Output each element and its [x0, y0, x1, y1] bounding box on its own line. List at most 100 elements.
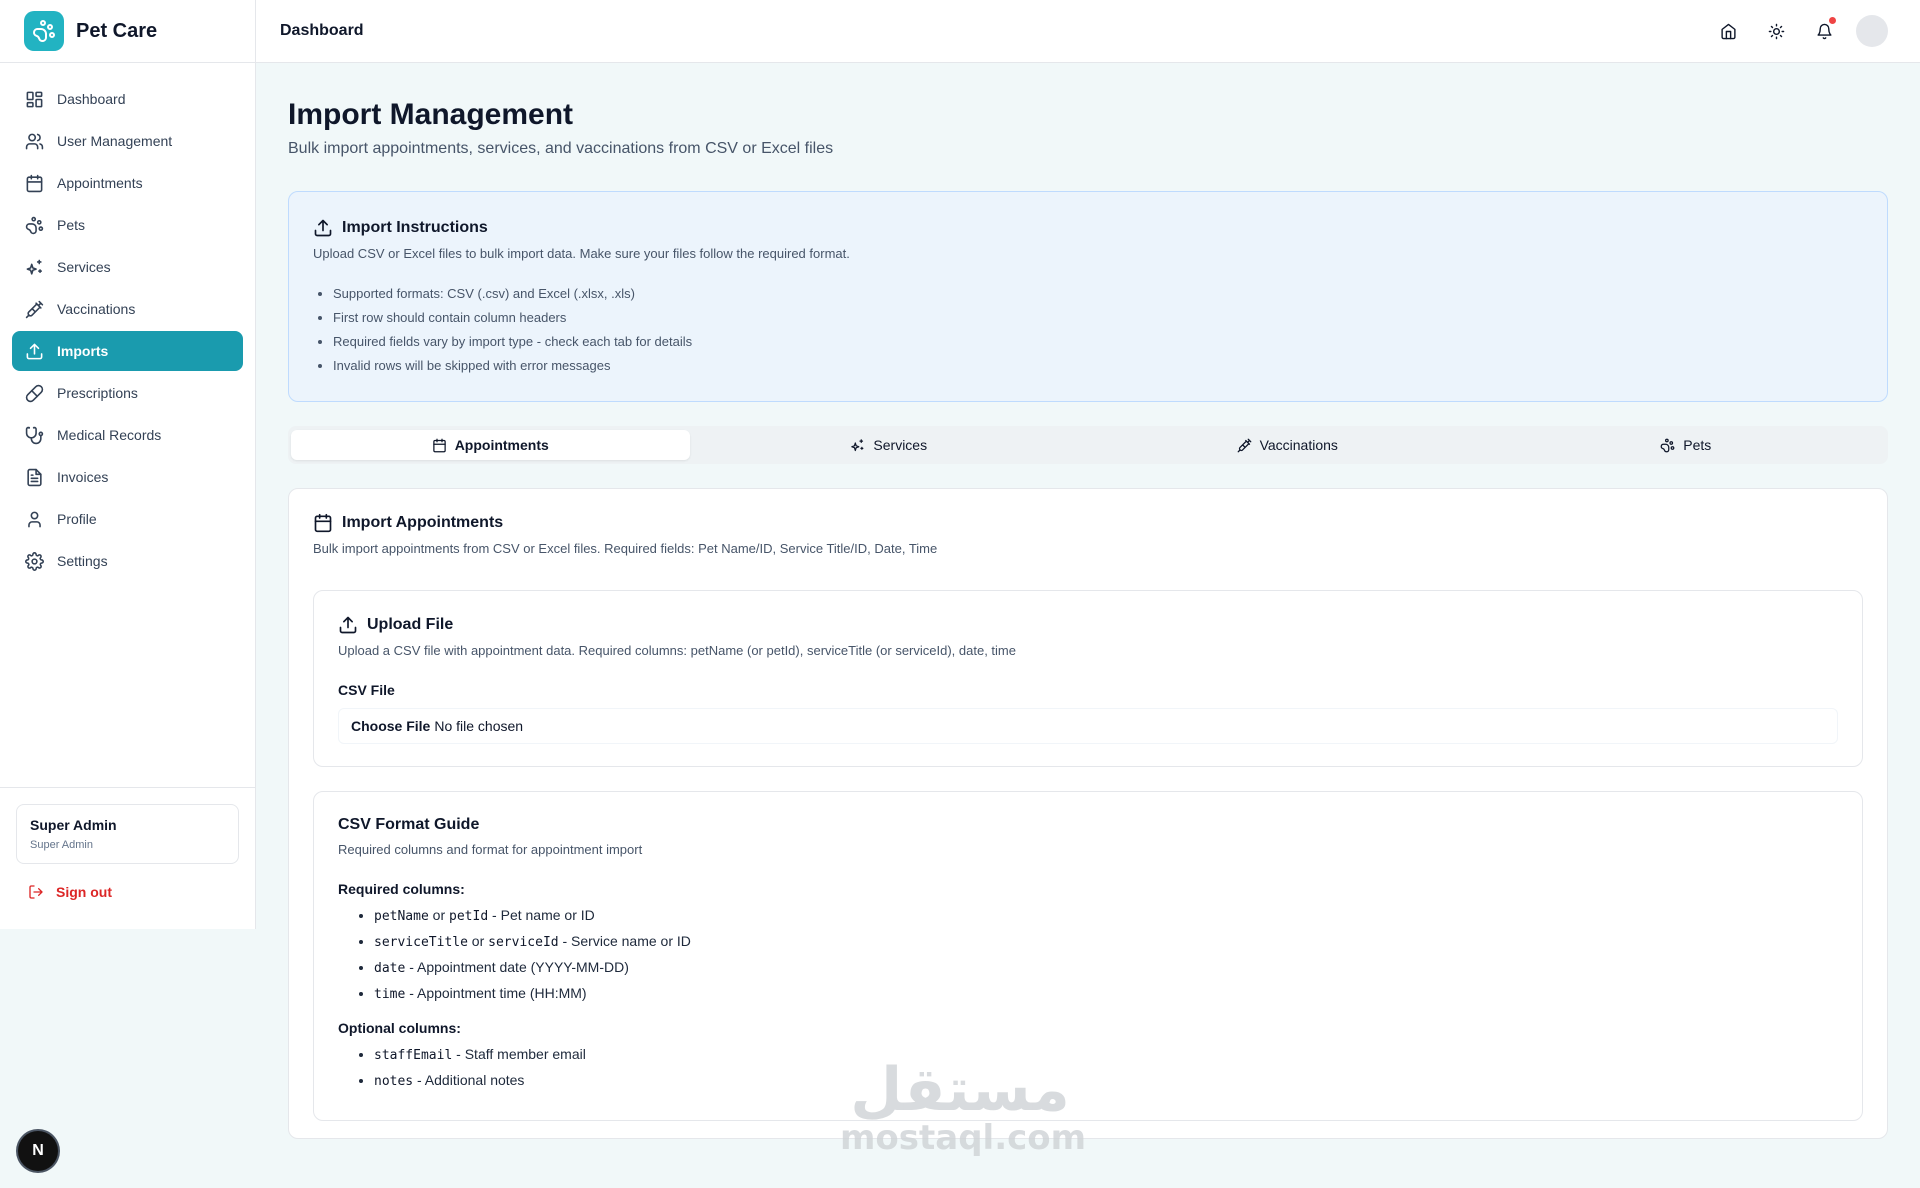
sidebar-item-settings[interactable]: Settings	[12, 541, 243, 581]
home-icon	[1720, 23, 1736, 39]
column-name: notes	[374, 1074, 414, 1089]
list-item: petName or petId - Pet name or ID	[374, 907, 1838, 924]
sidebar-item-invoices[interactable]: Invoices	[12, 457, 243, 497]
upload-file-card: Upload File Upload a CSV file with appoi…	[313, 590, 1863, 767]
column-description: - Additional notes	[413, 1072, 525, 1088]
sidebar-item-user-management[interactable]: User Management	[12, 121, 243, 161]
notification-dot	[1829, 17, 1836, 24]
pill-icon	[25, 384, 44, 402]
list-item: staffEmail - Staff member email	[374, 1046, 1838, 1063]
list-item: Supported formats: CSV (.csv) and Excel …	[333, 286, 1863, 301]
column-name: date	[374, 961, 406, 976]
tab-label: Pets	[1683, 437, 1712, 453]
list-item: serviceTitle or serviceId - Service name…	[374, 933, 1838, 950]
sidebar-item-label: Services	[57, 259, 111, 275]
guide-description: Required columns and format for appointm…	[338, 842, 643, 857]
optional-columns-list: staffEmail - Staff member email notes - …	[338, 1046, 1838, 1089]
file-text-icon	[27, 468, 42, 486]
calendar-icon	[26, 174, 43, 192]
sidebar-item-label: User Management	[57, 133, 173, 149]
sidebar-footer: Super Admin Super Admin Sign out	[0, 787, 255, 900]
column-name: staffEmail	[374, 1048, 453, 1063]
instructions-list: Supported formats: CSV (.csv) and Excel …	[313, 286, 1863, 373]
watermark: مستقل mostaql.com	[840, 1060, 1087, 1158]
sun-icon	[1768, 23, 1784, 39]
sidebar-item-prescriptions[interactable]: Prescriptions	[12, 373, 243, 413]
tab-services[interactable]: Services	[690, 430, 1089, 460]
log-out-icon	[29, 885, 43, 899]
stethoscope-icon	[25, 426, 44, 444]
user-name: Super Admin	[30, 817, 117, 833]
import-type-tabs: Appointments Services Vaccinations Pets	[288, 426, 1888, 464]
column-description: - Staff member email	[452, 1046, 586, 1062]
sidebar-nav: Dashboard User Management Appointments P…	[0, 63, 255, 581]
list-item: time - Appointment time (HH:MM)	[374, 985, 1838, 1002]
sidebar-item-vaccinations[interactable]: Vaccinations	[12, 289, 243, 329]
sidebar-item-dashboard[interactable]: Dashboard	[12, 79, 243, 119]
dashboard-icon	[26, 91, 43, 107]
sidebar-item-label: Appointments	[57, 175, 143, 191]
tab-pets[interactable]: Pets	[1487, 430, 1886, 460]
sign-out-button[interactable]: Sign out	[16, 884, 239, 900]
upload-title: Upload File	[338, 615, 1838, 635]
brand-name: Pet Care	[76, 19, 158, 42]
sidebar-item-label: Prescriptions	[57, 385, 138, 401]
instructions-title-text: Import Instructions	[342, 219, 488, 236]
upload-description: Upload a CSV file with appointment data.…	[338, 643, 1016, 658]
guide-title: CSV Format Guide	[338, 816, 480, 833]
page-subtitle: Bulk import appointments, services, and …	[288, 140, 834, 157]
header-actions	[1696, 15, 1888, 47]
brand[interactable]: Pet Care	[0, 0, 255, 63]
sidebar-item-medical-records[interactable]: Medical Records	[12, 415, 243, 455]
sidebar-item-pets[interactable]: Pets	[12, 205, 243, 245]
sparkles-icon	[851, 438, 864, 451]
import-appointments-card: Import Appointments Bulk import appointm…	[288, 488, 1888, 1139]
top-header: Dashboard	[256, 0, 1920, 63]
choose-file-button[interactable]: Choose File	[351, 718, 430, 734]
users-icon	[25, 133, 44, 149]
sidebar-item-appointments[interactable]: Appointments	[12, 163, 243, 203]
sidebar-item-imports[interactable]: Imports	[12, 331, 243, 371]
column-description: - Service name or ID	[558, 933, 691, 949]
instructions-description: Upload CSV or Excel files to bulk import…	[313, 246, 850, 261]
header-title: Dashboard	[280, 22, 364, 39]
calendar-icon	[432, 438, 446, 452]
watermark-latin: mostaql.com	[840, 1118, 1087, 1158]
column-name: time	[374, 987, 406, 1002]
user-card: Super Admin Super Admin	[16, 804, 239, 864]
sidebar-item-services[interactable]: Services	[12, 247, 243, 287]
sidebar-item-profile[interactable]: Profile	[12, 499, 243, 539]
avatar[interactable]	[1856, 15, 1888, 47]
sign-out-label: Sign out	[56, 884, 112, 900]
file-status: No file chosen	[434, 718, 524, 734]
sparkles-icon	[26, 259, 43, 275]
required-columns-list: petName or petId - Pet name or ID servic…	[338, 907, 1838, 1002]
sidebar-item-label: Imports	[57, 343, 109, 359]
gear-icon	[25, 551, 44, 571]
sidebar-item-label: Pets	[57, 217, 86, 233]
list-item: First row should contain column headers	[333, 310, 1863, 325]
csv-file-input[interactable]: Choose File No file chosen	[338, 708, 1838, 744]
tab-vaccinations[interactable]: Vaccinations	[1088, 430, 1487, 460]
home-button[interactable]	[1712, 15, 1744, 47]
sidebar: Pet Care Dashboard User Management Appoi…	[0, 0, 256, 929]
import-card-description: Bulk import appointments from CSV or Exc…	[313, 541, 938, 556]
required-columns-label: Required columns:	[338, 881, 465, 897]
list-item: Invalid rows will be skipped with error …	[333, 358, 1863, 373]
user-icon	[28, 511, 41, 527]
tab-appointments[interactable]: Appointments	[291, 430, 690, 460]
column-name: petId	[449, 909, 489, 924]
import-instructions-card: Import Instructions Upload CSV or Excel …	[288, 191, 1888, 402]
column-separator: or	[428, 907, 450, 923]
csv-file-label: CSV File	[338, 682, 395, 698]
syringe-icon	[1237, 438, 1251, 452]
sidebar-item-label: Vaccinations	[57, 301, 136, 317]
theme-toggle-button[interactable]	[1760, 15, 1792, 47]
dev-tools-button[interactable]: N	[18, 1131, 58, 1171]
column-description: - Appointment time (HH:MM)	[405, 985, 587, 1001]
list-item: notes - Additional notes	[374, 1072, 1838, 1089]
optional-columns-label: Optional columns:	[338, 1020, 461, 1036]
tab-label: Appointments	[454, 437, 549, 453]
notifications-button[interactable]	[1808, 15, 1840, 47]
upload-title-text: Upload File	[367, 616, 454, 633]
